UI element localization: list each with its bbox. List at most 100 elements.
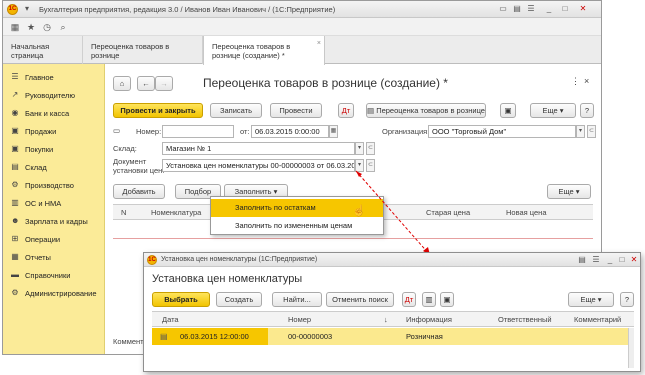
sidebar-item-sales[interactable]: ▣ Продажи [11,124,56,138]
sidebar-item-production[interactable]: ⚙ Производство [11,178,74,192]
organization-field[interactable]: ООО "Торговый Дом" [428,125,576,138]
scrollbar[interactable] [628,328,634,368]
sidebar-item-warehouse[interactable]: ▤ Склад [11,160,47,174]
second-heading: Установка цен номенклатуры [152,273,303,285]
organization-dropdown-icon[interactable]: ▾ [576,125,585,138]
second-titlebar: 1С Установка цен номенклатуры (1С:Предпр… [144,253,640,267]
form-close-icon[interactable]: × [584,76,589,86]
row-info: Розничная [406,332,443,341]
price-doc-label-1: Документ [113,157,147,166]
titlebar-tools2-icon[interactable]: ☰ [590,254,602,266]
save-button[interactable]: Записать [210,103,262,118]
number-label: Номер: [136,127,162,136]
price-doc-field[interactable]: Установка цен номенклатуры 00-00000003 о… [162,159,355,172]
date-field[interactable]: 06.03.2015 0:00:00 [251,125,329,138]
search-icon[interactable]: ⌕ [57,21,69,33]
app-logo-icon: 1С [7,4,18,15]
main-toolbar: ▦ ★ ◷ ⌕ [3,18,601,36]
more-button[interactable]: Еще ▾ [530,103,576,118]
print-icon[interactable]: ▥ [422,292,436,307]
tab-close-icon[interactable]: × [317,39,321,48]
calendar-icon[interactable]: ▦ [329,125,338,138]
column-nomenclature: Номенклатура [151,208,202,217]
warehouse-field[interactable]: Магазин № 1 [162,142,355,155]
warehouse-open-icon[interactable]: ⊂ [366,142,375,155]
attachments-icon[interactable]: ▣ [440,292,454,307]
doc-icon: ▭ [113,126,121,135]
grid-apps-icon[interactable]: ▦ [9,21,21,33]
second-more-button[interactable]: Еще ▾ [568,292,614,307]
close-icon[interactable]: ✕ [577,3,589,15]
people-icon: ☻ [11,216,20,225]
app-logo-icon: 1С [147,255,157,265]
minimize-icon[interactable]: _ [543,3,555,15]
cart-icon: ▣ [11,126,19,135]
post-and-close-button[interactable]: Провести и закрыть [113,103,203,118]
print-revaluation-button[interactable]: ▤ Переоценка товаров в рознице [366,103,486,118]
dt-kt-icon[interactable]: Дт [402,292,416,307]
sidebar-item-salary[interactable]: ☻ Зарплата и кадры [11,214,88,228]
table-row[interactable]: ▤ 06.03.2015 12:00:00 00-00000003 Рознич… [152,328,628,345]
help-button[interactable]: ? [580,103,594,118]
post-button[interactable]: Провести [270,103,322,118]
sidebar-item-assets[interactable]: ▥ ОС и НМА [11,196,61,210]
dt-kt-icon[interactable]: Дт [338,103,354,118]
sidebar-item-main[interactable]: ☰ Главное [11,70,53,84]
date-label: от: [240,127,250,136]
sidebar-item-manager[interactable]: ↗ Руководителю [11,88,75,102]
titlebar-tools-icon[interactable]: ▭ [497,3,509,15]
sidebar-item-catalogs[interactable]: ▬ Справочники [11,268,70,282]
column-comment: Комментарий [574,315,622,324]
posted-document-icon: ▤ [160,332,168,341]
page-title: Переоценка товаров в рознице (создание) … [203,76,448,90]
home-button[interactable]: ⌂ [113,76,131,91]
book-icon: ▬ [11,270,19,279]
sidebar-item-admin[interactable]: ⚙ Администрирование [11,286,96,300]
select-button[interactable]: Выбрать [152,292,210,307]
cart-icon: ▣ [11,144,19,153]
menu-icon[interactable]: ▾ [21,3,33,15]
price-setting-window: 1С Установка цен номенклатуры (1С:Предпр… [143,252,641,372]
add-row-button[interactable]: Добавить [113,184,165,199]
maximize-icon[interactable]: □ [616,254,628,266]
tabs-bar: Начальная страница Переоценка товаров в … [3,36,601,65]
gear-icon: ⚙ [11,180,19,189]
create-button[interactable]: Создать [216,292,262,307]
warehouse-icon: ▤ [11,162,19,171]
find-button[interactable]: Найти... [272,292,322,307]
warehouse-dropdown-icon[interactable]: ▾ [355,142,364,155]
sidebar-item-reports[interactable]: ▦ Отчеты [11,250,51,264]
forward-button[interactable]: → [155,76,173,91]
titlebar-tools-icon[interactable]: ▤ [576,254,588,266]
column-number: Номер [288,315,312,324]
price-docs-table-header: Дата Номер ↓ Информация Ответственный Ко… [152,311,634,327]
history-icon[interactable]: ◷ [41,21,53,33]
maximize-icon[interactable]: □ [559,3,571,15]
sidebar-item-purchases[interactable]: ▣ Покупки [11,142,53,156]
building-icon: ▥ [11,198,19,207]
back-button[interactable]: ← [137,76,155,91]
titlebar-tools3-icon[interactable]: ☰ [525,3,537,15]
tab-home[interactable]: Начальная страница [3,36,83,64]
attachments-icon[interactable]: ▣ [500,103,516,118]
second-help-button[interactable]: ? [620,292,634,307]
sidebar-item-operations[interactable]: ⊞ Операции [11,232,60,246]
bank-icon: ◉ [11,108,19,117]
favorites-star-icon[interactable]: ★ [25,21,37,33]
titlebar-tools2-icon[interactable]: ▤ [511,3,523,15]
warehouse-label: Склад: [113,144,137,153]
form-more-icon[interactable]: ⋮ [571,76,580,87]
number-field[interactable] [162,125,234,138]
organization-open-icon[interactable]: ⊂ [587,125,596,138]
sidebar-item-bank[interactable]: ◉ Банк и касса [11,106,70,120]
organization-label: Организация: [382,127,430,136]
cancel-search-button[interactable]: Отменить поиск [326,292,394,307]
minimize-icon[interactable]: _ [604,254,616,266]
sort-arrow-icon[interactable]: ↓ [384,315,388,324]
print-icon: ▤ [367,106,377,115]
close-icon[interactable]: ✕ [628,254,640,266]
column-date: Дата [162,315,179,324]
grid-more-button[interactable]: Еще ▾ [547,184,591,199]
tab-revaluation-list[interactable]: Переоценка товаров в рознице [83,36,203,64]
tab-revaluation-create[interactable]: Переоценка товаров в рознице (создание) … [203,36,325,65]
